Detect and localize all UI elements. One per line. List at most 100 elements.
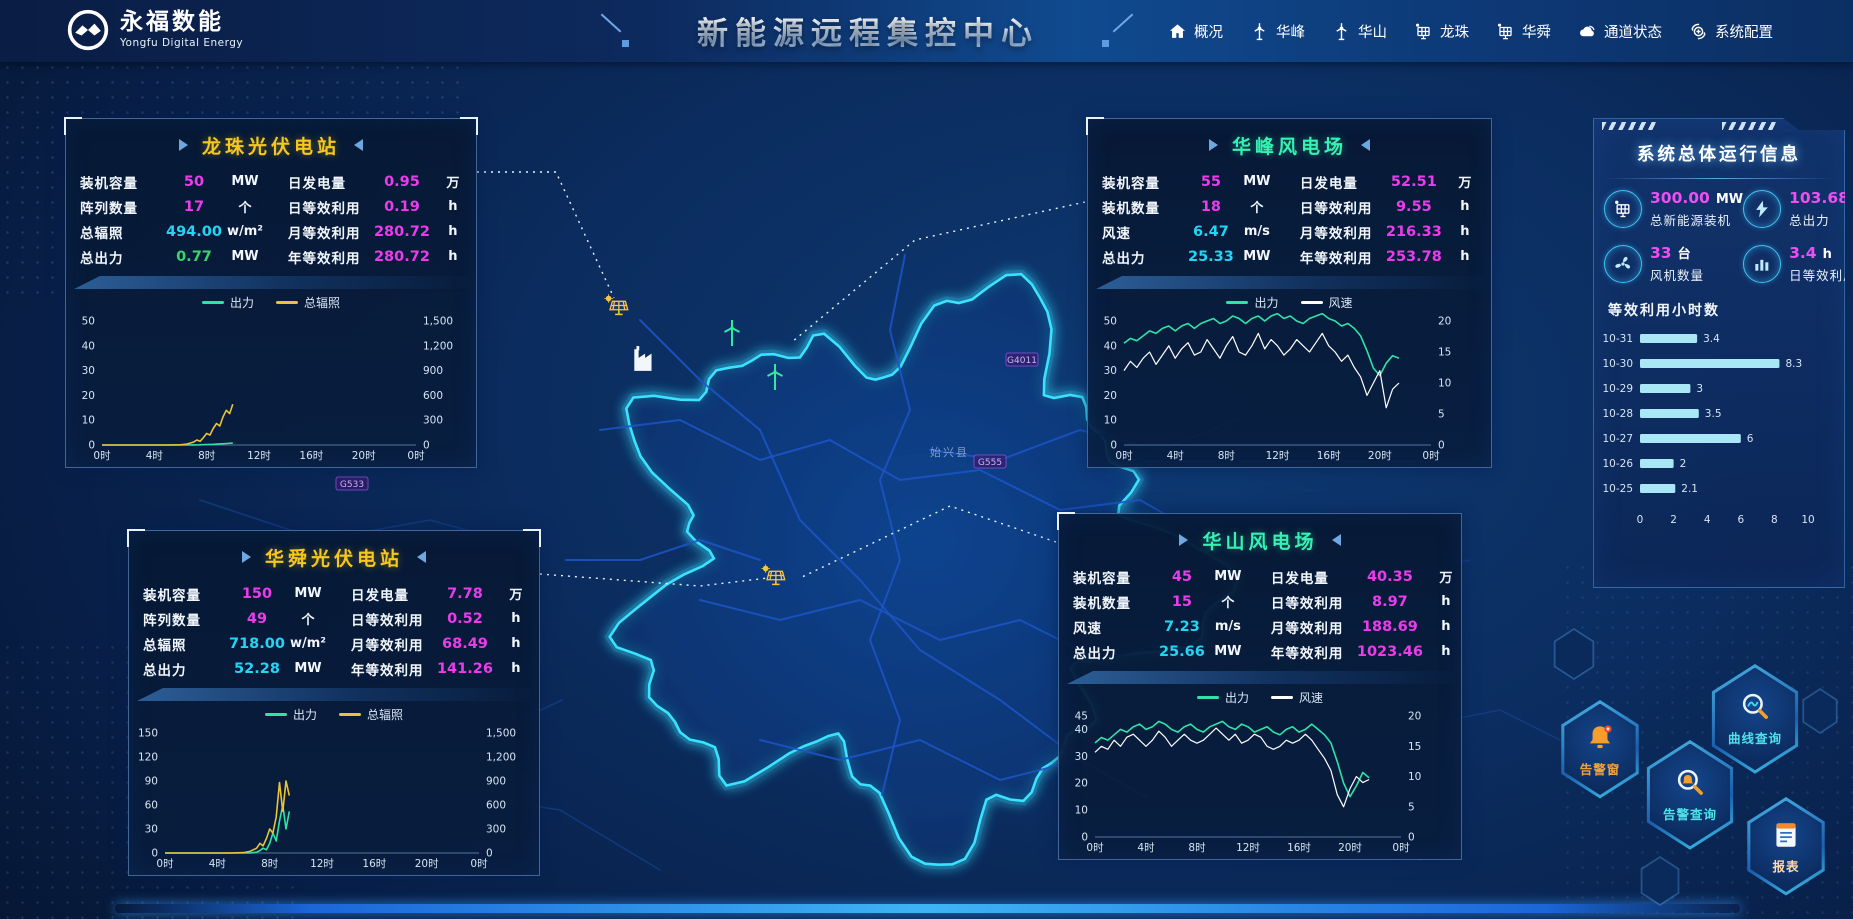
output-windspeed-chart: 01020304045051015200时4时8时12时16时20时0时 <box>1059 708 1445 855</box>
metric-unit: MW <box>285 586 331 601</box>
nav-item-系统配置[interactable]: 系统配置 <box>1689 21 1773 42</box>
svg-text:8时: 8时 <box>261 858 279 870</box>
svg-text:30: 30 <box>145 824 158 836</box>
footer-glow-bar <box>115 904 1740 913</box>
metric-row: 月等效利用280.72h <box>284 219 480 244</box>
metric-unit: 万 <box>430 172 476 191</box>
metric-label: 月等效利用 <box>1300 222 1386 242</box>
svg-text:3: 3 <box>1696 383 1703 395</box>
series-风速 <box>1124 333 1399 407</box>
metric-value: 50 <box>166 174 222 190</box>
legend-swatch <box>1301 301 1323 304</box>
metric-unit: w/m² <box>285 636 331 651</box>
metric-unit: h <box>430 199 476 214</box>
metric-unit: m/s <box>1234 224 1280 239</box>
wind-turbine-icon[interactable] <box>720 318 748 348</box>
alarm-bell-icon <box>1583 721 1617 755</box>
summary-stat: 3.4h日等效利用 <box>1743 243 1853 284</box>
svg-text:0时: 0时 <box>156 858 174 870</box>
nav-item-龙珠[interactable]: 龙珠 <box>1414 21 1469 42</box>
metric-label: 月等效利用 <box>351 634 437 654</box>
metric-row: 年等效利用253.78h <box>1296 244 1492 269</box>
svg-text:8时: 8时 <box>1188 842 1206 854</box>
metric-unit: 个 <box>1234 197 1280 216</box>
metric-value: 7.78 <box>437 586 493 602</box>
metric-value: 280.72 <box>374 224 430 240</box>
metric-label: 风速 <box>1073 617 1159 637</box>
system-summary-title: 系统总体运行信息 <box>1594 141 1844 166</box>
nav-item-通道状态[interactable]: 通道状态 <box>1578 21 1662 42</box>
svg-text:0: 0 <box>1637 514 1644 524</box>
svg-text:10-28: 10-28 <box>1602 408 1633 420</box>
brand-name-en: Yongfu Digital Energy <box>120 37 243 49</box>
metric-label: 装机容量 <box>1073 567 1159 587</box>
stat-label: 总出力 <box>1789 210 1853 229</box>
metric-unit: 万 <box>1442 172 1488 191</box>
svg-text:10-29: 10-29 <box>1602 383 1633 395</box>
triangle-right-icon <box>1179 534 1188 546</box>
bar-10-28 <box>1640 409 1699 418</box>
legend-swatch <box>265 713 287 716</box>
legend-label: 出力 <box>293 706 317 723</box>
legend-swatch <box>1197 696 1219 699</box>
nav-item-华舜[interactable]: 华舜 <box>1496 21 1551 42</box>
hazard-stripes-icon <box>1602 122 1656 130</box>
brand-name-cn: 永福数能 <box>120 11 243 34</box>
svg-text:50: 50 <box>1104 316 1117 328</box>
nav-item-华山[interactable]: 华山 <box>1332 21 1387 42</box>
metric-value: 6.47 <box>1188 224 1234 240</box>
metric-value: 55 <box>1188 174 1234 190</box>
output-irradiance-chart: 0102030405003006009001,2001,5000时4时8时12时… <box>66 313 460 463</box>
system-config-icon <box>1689 22 1708 41</box>
solar-station-icon[interactable] <box>603 291 631 321</box>
metric-value: 40.35 <box>1357 569 1423 585</box>
factory-icon[interactable] <box>630 344 658 374</box>
svg-text:4时: 4时 <box>1137 842 1155 854</box>
station-metrics: 装机容量50MW阵列数量17个总辐照494.00w/m²总出力0.77MW 日发… <box>66 165 476 269</box>
nav-label: 系统配置 <box>1715 21 1773 42</box>
road-label: G4011 <box>1007 356 1037 366</box>
legend-label: 总辐照 <box>304 294 340 311</box>
svg-text:40: 40 <box>1104 340 1117 352</box>
equiv-hours-icon <box>1743 245 1781 283</box>
wind-turbine-icon[interactable] <box>763 362 791 392</box>
metric-row: 月等效利用216.33h <box>1296 219 1492 244</box>
metric-unit: MW <box>222 249 268 264</box>
metric-unit: m/s <box>1205 619 1251 634</box>
station-panel-huashun: 华舜光伏电站 装机容量150MW阵列数量49个总辐照718.00w/m²总出力5… <box>128 530 540 876</box>
metric-value: 1023.46 <box>1357 644 1423 660</box>
summary-stat: 300.00MW总新能源装机 <box>1604 189 1743 229</box>
svg-text:45: 45 <box>1075 711 1088 723</box>
nav-item-华峰[interactable]: 华峰 <box>1250 21 1305 42</box>
metric-value: 0.19 <box>374 199 430 215</box>
stat-unit: MW <box>1716 192 1743 207</box>
metric-value: 9.55 <box>1386 199 1442 215</box>
legend-label: 风速 <box>1299 689 1323 706</box>
divider-band <box>137 688 531 701</box>
svg-text:600: 600 <box>423 390 443 402</box>
svg-text:30: 30 <box>1104 365 1117 377</box>
metric-row: 装机容量50MW <box>76 169 272 194</box>
nav-label: 华峰 <box>1276 21 1305 42</box>
svg-text:4时: 4时 <box>209 858 227 870</box>
metric-value: 494.00 <box>166 224 222 240</box>
solar-station-icon[interactable] <box>760 561 788 591</box>
metric-value: 25.66 <box>1159 644 1205 660</box>
metric-unit: 万 <box>1423 567 1469 586</box>
legend-label: 出力 <box>230 294 254 311</box>
chart-legend: 出力风速 <box>1088 291 1491 313</box>
metric-unit: 万 <box>493 584 539 603</box>
corner-bracket-icon <box>1057 512 1075 530</box>
series-总辐照 <box>102 404 233 445</box>
svg-text:0时: 0时 <box>1115 450 1133 462</box>
metric-row: 风速7.23m/s <box>1069 614 1255 639</box>
equiv-hours-bar-chart: 10-313.410-308.310-29310-283.510-27610-2… <box>1594 324 1830 524</box>
nav-item-概况[interactable]: 概况 <box>1168 21 1223 42</box>
svg-text:20: 20 <box>1104 390 1117 402</box>
svg-text:8时: 8时 <box>1218 450 1236 462</box>
station-title-row: 华山风电场 <box>1059 514 1461 560</box>
svg-text:20: 20 <box>1408 711 1421 723</box>
metric-unit: MW <box>1234 174 1280 189</box>
corner-bracket-icon <box>523 529 541 547</box>
svg-text:20时: 20时 <box>415 858 439 870</box>
